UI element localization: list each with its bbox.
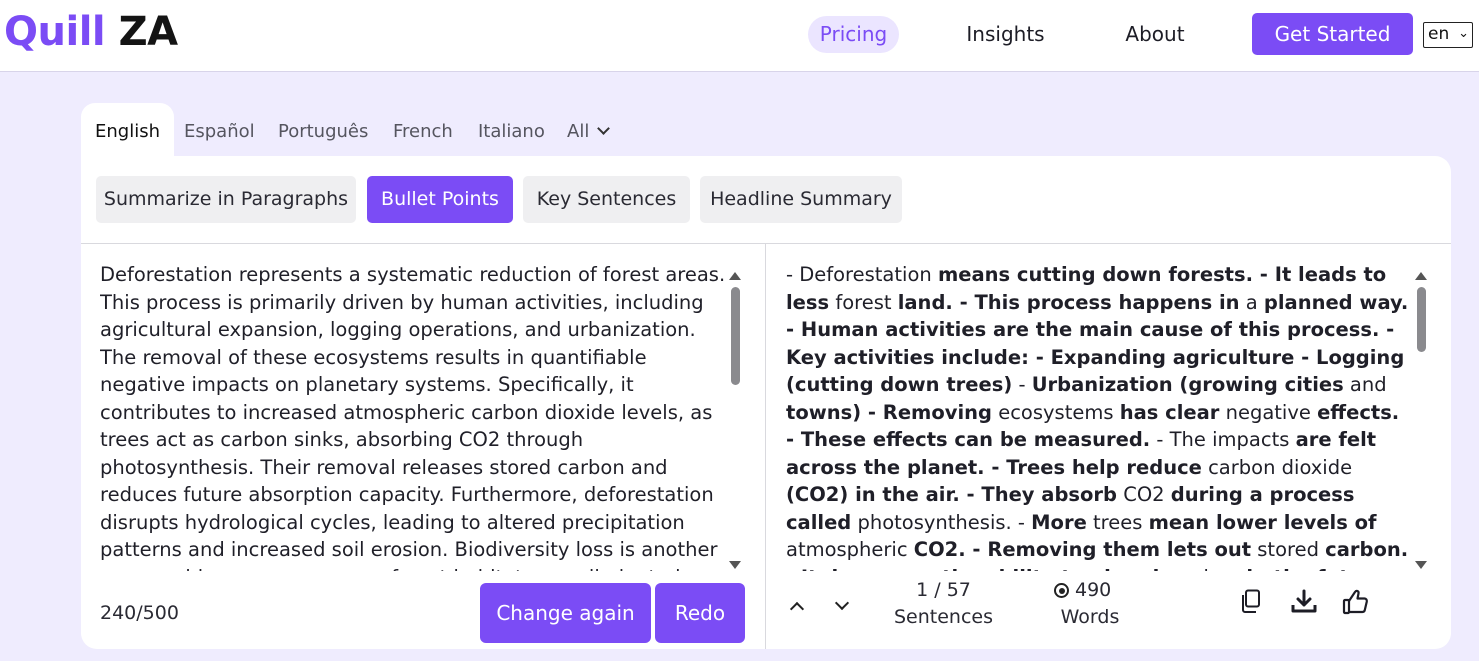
scrollbar-thumb[interactable]: [1417, 287, 1426, 352]
summarizer-card: Summarize in Paragraphs Bullet Points Ke…: [81, 156, 1451, 649]
summary-segment: Urbanization (growing cities: [1031, 373, 1344, 396]
thumbs-up-icon[interactable]: [1342, 588, 1372, 616]
scroll-up-arrow[interactable]: [729, 272, 741, 280]
tab-french[interactable]: French: [393, 103, 453, 159]
summary-segment: carbon dioxide: [1201, 455, 1353, 479]
radio-icon: [1054, 583, 1069, 598]
mode-key-sentences[interactable]: Key Sentences: [523, 176, 690, 223]
language-select[interactable]: en ⌄: [1423, 22, 1473, 48]
tab-english[interactable]: English: [81, 103, 174, 159]
chevron-down-icon: [597, 122, 611, 135]
summary-segment: atmospheric: [786, 538, 914, 561]
summary-segment: photosynthesis. -: [851, 510, 1032, 534]
summary-segment: (CO2) in the air. - They absorb: [786, 483, 1118, 506]
change-again-button[interactable]: Change again: [480, 583, 651, 643]
scroll-down-arrow[interactable]: [729, 561, 741, 569]
summary-segment: -: [1012, 373, 1032, 396]
summary-segment: has clear: [1119, 400, 1220, 424]
summary-segment: - Deforestation: [786, 263, 938, 286]
chevron-down-icon[interactable]: [834, 595, 850, 611]
nav-about[interactable]: About: [1115, 16, 1195, 53]
tab-espanol[interactable]: Español: [184, 103, 255, 159]
summary-segment: -: [1393, 566, 1406, 572]
nav-insights[interactable]: Insights: [958, 16, 1053, 53]
summary-segment: forest: [829, 290, 898, 314]
logo-part2: ZA: [118, 9, 178, 55]
summary-segment: carbon: [1167, 566, 1247, 572]
mode-bullet-points[interactable]: Bullet Points: [367, 176, 513, 223]
summary-segment: stored: [1251, 538, 1326, 561]
nav-pricing[interactable]: Pricing: [808, 16, 899, 53]
words-label: Words: [1060, 606, 1120, 628]
summary-segment: land. - This process happens in: [897, 290, 1240, 314]
logo-part1: Quill: [4, 9, 106, 55]
summary-segment: trees: [1086, 510, 1149, 534]
download-icon[interactable]: [1290, 588, 1318, 616]
tab-all[interactable]: All: [567, 103, 611, 159]
chevron-up-icon[interactable]: [789, 601, 805, 617]
divider: [765, 244, 766, 649]
summary-segment: in the future.: [1246, 566, 1392, 572]
sentence-count: 1 / 57: [916, 579, 971, 601]
word-count: 490: [1054, 579, 1126, 601]
language-select-value: en: [1428, 24, 1450, 44]
summary-output: - Deforestation means cutting down fores…: [786, 261, 1414, 571]
scroll-down-arrow[interactable]: [1415, 561, 1427, 569]
summary-segment: negative: [1219, 400, 1318, 424]
summary-segment: towns) - Removing: [786, 400, 992, 424]
tab-all-label: All: [567, 121, 590, 142]
mode-headline-summary[interactable]: Headline Summary: [700, 176, 902, 223]
redo-button[interactable]: Redo: [655, 583, 745, 643]
summary-segment: More: [1031, 510, 1087, 534]
logo[interactable]: Quill ZA: [4, 6, 178, 58]
summary-segment: a: [1239, 290, 1264, 314]
input-textarea[interactable]: Deforestation represents a systematic re…: [100, 261, 726, 571]
copy-icon[interactable]: [1239, 589, 1263, 615]
divider: [81, 243, 1451, 244]
tab-portugues[interactable]: Português: [278, 103, 368, 159]
scroll-up-arrow[interactable]: [1415, 272, 1427, 280]
sentences-label: Sentences: [893, 606, 993, 628]
summary-segment: mean lower levels of: [1148, 510, 1377, 534]
summary-segment: - The impacts: [1150, 428, 1296, 451]
get-started-button[interactable]: Get Started: [1252, 13, 1413, 55]
scrollbar-thumb[interactable]: [731, 287, 740, 385]
word-count-value: 490: [1075, 579, 1112, 601]
tab-italiano[interactable]: Italiano: [478, 103, 545, 159]
summary-segment: CO2: [1117, 483, 1171, 506]
summary-segment: CO2. - Removing them lets out: [913, 538, 1252, 561]
top-header: Quill ZA Pricing Insights About Get Star…: [0, 0, 1479, 72]
summary-segment: and: [1343, 373, 1387, 396]
summary-segment: ecosystems: [992, 400, 1120, 424]
chevron-down-icon: ⌄: [1458, 26, 1469, 41]
mode-summarize-paragraphs[interactable]: Summarize in Paragraphs: [96, 176, 356, 223]
character-counter: 240/500: [100, 602, 179, 624]
